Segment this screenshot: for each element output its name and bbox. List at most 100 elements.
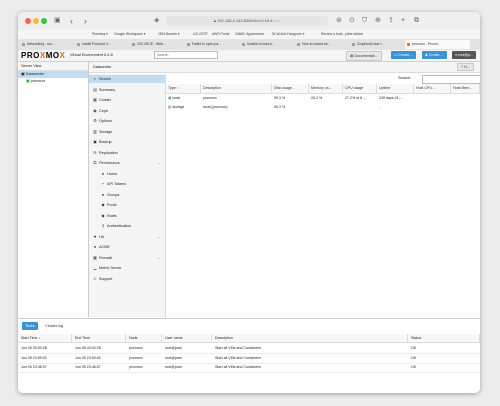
task-column-header[interactable]: Start Time ↓: [18, 334, 72, 343]
view-selector[interactable]: Server View: [18, 62, 88, 71]
nav-item-permissions[interactable]: ⚿ Permissions ⌄: [89, 159, 165, 167]
tab-tasks[interactable]: Tasks: [22, 322, 38, 330]
nav-item-cluster[interactable]: ▦ Cluster: [89, 96, 165, 104]
bookmark-item[interactable]: Planning ▾: [92, 32, 108, 36]
browser-tab-active[interactable]: proxmox - Proxm...: [405, 40, 470, 49]
close-window-button[interactable]: [25, 18, 31, 24]
grid-column-header[interactable]: CPU usage: [343, 84, 377, 93]
privacy-shield-icon[interactable]: ◈: [154, 16, 159, 26]
tree-item-datacenter[interactable]: ▣ Datacenter: [18, 71, 88, 78]
download-icon[interactable]: ⊕: [375, 16, 381, 26]
global-search-input[interactable]: [154, 51, 218, 59]
nav-item-acme[interactable]: ● ACME: [89, 243, 165, 251]
create-vm-button[interactable]: ▭ Create ...: [391, 51, 417, 59]
nav-item-pools[interactable]: ◆ Pools: [89, 201, 165, 209]
nav-item-support[interactable]: ☺ Support: [89, 275, 165, 283]
content-header: Datacenter ? H...: [89, 62, 480, 73]
gear-icon: ⚙: [93, 118, 97, 123]
back-icon[interactable]: ‹: [70, 16, 73, 26]
grid-column-header[interactable]: Description: [201, 84, 272, 93]
create-ct-button[interactable]: ◆ Create ...: [422, 51, 447, 59]
grid-column-header[interactable]: Host Mem...: [451, 84, 480, 93]
task-column-header[interactable]: Node: [126, 334, 162, 343]
browser-tab[interactable]: 200-VECE - Web...: [130, 40, 189, 49]
address-bar[interactable]: 🔒︎ 192.168.0.143:8006/#v1:0:18:4:::::::: [166, 16, 328, 26]
task-cell: proxmox: [129, 355, 143, 360]
documentation-button[interactable]: ▤ Documentati...: [346, 51, 382, 61]
grid-column-header[interactable]: Host CPU...: [414, 84, 451, 93]
bookmark-item[interactable]: CMMC Appendices: [235, 32, 264, 36]
resource-tree: Server View ▣ Datacenter ▣ proxmox: [18, 62, 89, 317]
search-panel: Search: Type ↑ Description Disk usage... Me…: [166, 74, 480, 317]
reader-icon[interactable]: ⊙: [349, 16, 355, 26]
extension-icon[interactable]: ⛉: [362, 16, 367, 26]
nav-item-summary[interactable]: ▤ Summary: [89, 86, 165, 94]
chevron-down-icon[interactable]: ⌄: [157, 233, 160, 241]
browser-tab[interactable]: Failed to open pa...: [185, 40, 244, 49]
task-row[interactable]: Jun 05 23:59:52 Jun 05 23:59:52 proxmox roo…: [18, 354, 480, 364]
grid-header: Type ↑ Description Disk usage... Memory us.…: [166, 84, 480, 94]
task-column-header[interactable]: Status: [408, 334, 480, 343]
task-cell: proxmox: [129, 346, 143, 350]
grid-column-header[interactable]: Uptime: [377, 84, 414, 93]
nav-item-metric-server[interactable]: ▁ Metric Server: [89, 264, 165, 272]
nav-item-users[interactable]: ● Users: [89, 170, 165, 178]
nav-item-ha[interactable]: ♥ HA ⌄: [89, 233, 165, 241]
bookmark-item[interactable]: US-CERT: [193, 32, 208, 36]
nav-item-replication[interactable]: ⟳ Replication: [89, 149, 165, 157]
help-button[interactable]: ? H...: [457, 63, 474, 71]
resource-search-input[interactable]: [422, 75, 480, 84]
task-column-header[interactable]: Description: [212, 334, 408, 343]
nav-item-backup[interactable]: ▣ Backup: [89, 138, 165, 146]
bookmark-item[interactable]: Google Workspace ▾: [114, 32, 145, 36]
tab-cluster-log[interactable]: Cluster log: [42, 322, 66, 330]
favicon-icon: [242, 43, 245, 46]
tree-item-node[interactable]: ▣ proxmox: [18, 78, 88, 85]
nav-item-search[interactable]: ⌕ Search: [89, 75, 165, 83]
nav-item-ceph[interactable]: ◉ Ceph: [89, 107, 165, 115]
task-column-header[interactable]: End Time: [72, 334, 126, 343]
api-token-icon: ⌐: [101, 181, 105, 186]
task-cell: root@pam: [165, 355, 182, 360]
nav-item-groups[interactable]: ● Groups: [89, 191, 165, 199]
nav-item-options[interactable]: ⚙ Options: [89, 117, 165, 125]
browser-tab[interactable]: How to mount an...: [295, 40, 354, 49]
chevron-down-icon[interactable]: ⌄: [157, 254, 160, 262]
grid-row[interactable]: ▣ node proxmox 90.3 % 26.2 % 27.2% of 8 ... 2…: [166, 94, 480, 103]
nav-item-authentication[interactable]: ⚷ Authentication: [89, 222, 165, 230]
grid-row[interactable]: ▥ storage local (proxmox) 90.3 % -: [166, 103, 480, 112]
task-column-header[interactable]: User name: [162, 334, 212, 343]
nav-item-api-tokens[interactable]: ⌐ API Tokens: [89, 180, 165, 188]
share-icon[interactable]: ⇪: [388, 16, 394, 26]
tab-overview-icon[interactable]: ⧉: [414, 16, 419, 26]
task-row[interactable]: Jun 05 23:46:57 Jun 05 23:46:57 proxmox roo…: [18, 363, 480, 373]
grid-column-header[interactable]: Type ↑: [166, 84, 201, 93]
nav-item-label: Authentication: [107, 224, 132, 228]
nav-item-roles[interactable]: ◆ Roles: [89, 212, 165, 220]
bookmark-item[interactable]: AWS Portal: [212, 32, 229, 36]
bookmark-item[interactable]: Review a host...plete sticker: [321, 32, 363, 36]
new-tab-icon[interactable]: +: [401, 16, 405, 26]
browser-tab[interactable]: Unable to load a...: [240, 40, 299, 49]
bookmark-item[interactable]: JIRA Boards ▾: [158, 32, 180, 36]
forward-icon[interactable]: ›: [84, 16, 87, 26]
nav-item-label: Cluster: [99, 98, 112, 102]
favicon-icon: [352, 43, 355, 46]
translate-icon[interactable]: ⊜: [336, 16, 342, 26]
browser-tab[interactable]: Install Proxmox V...: [75, 40, 134, 49]
browser-tab[interactable]: Networking - roo...: [20, 40, 79, 49]
nav-item-firewall[interactable]: ▦ Firewall ⌄: [89, 254, 165, 262]
sidebar-toggle-icon[interactable]: ▣: [54, 16, 61, 26]
minimize-window-button[interactable]: [33, 18, 39, 24]
grid-column-header[interactable]: Disk usage...: [272, 84, 309, 93]
grid-cell: local (proxmox): [203, 105, 228, 109]
nav-item-storage[interactable]: ▥ Storage: [89, 128, 165, 136]
chevron-down-icon[interactable]: ⌄: [157, 159, 160, 167]
bookmark-item[interactable]: SCat Add Hangouts ▾: [272, 32, 304, 36]
zoom-window-button[interactable]: [41, 18, 47, 24]
task-row[interactable]: Jun 06 00:00:28 Jun 06 00:00:28 proxmox roo…: [18, 344, 480, 354]
grid-cell: [414, 94, 451, 103]
browser-tab[interactable]: Graphical User I...: [350, 40, 409, 49]
grid-column-header[interactable]: Memory us...: [309, 84, 343, 93]
user-menu-button[interactable]: ● root@p...: [452, 51, 477, 59]
